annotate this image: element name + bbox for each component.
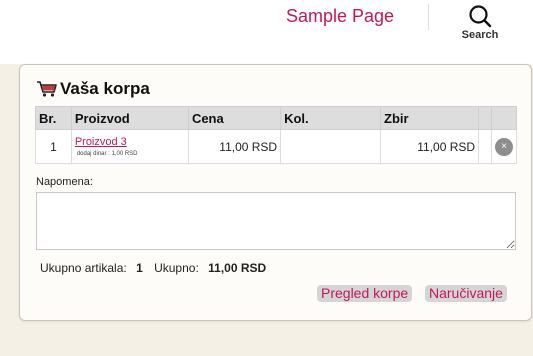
col-price: Cena bbox=[187, 106, 282, 130]
col-product: Proizvod bbox=[70, 106, 189, 130]
note-textarea[interactable] bbox=[36, 192, 516, 250]
search-label: Search bbox=[461, 29, 499, 41]
col-blank bbox=[478, 106, 492, 130]
cart-table: Br. Proizvod Cena Kol. Zbir 1 Proizvod 3… bbox=[35, 106, 517, 164]
table-header-row: Br. Proizvod Cena Kol. Zbir bbox=[35, 106, 517, 130]
header-divider bbox=[428, 4, 429, 30]
row-product-cell: Proizvod 3 dodaj dinar : 1,00 RSD bbox=[70, 129, 189, 164]
total-label: Ukupno: bbox=[154, 261, 199, 275]
search-button[interactable]: Search bbox=[454, 4, 506, 52]
row-qty bbox=[280, 129, 382, 164]
cart-title: Vaša korpa bbox=[36, 79, 150, 99]
search-icon bbox=[469, 5, 492, 28]
cart-panel: Vaša korpa Br. Proizvod Cena Kol. Zbir 1… bbox=[19, 64, 532, 321]
cart-summary: Ukupno artikala: 1 Ukupno: 11,00 RSD bbox=[40, 261, 274, 275]
note-label: Napomena: bbox=[36, 176, 93, 188]
sample-page-link[interactable]: Sample Page bbox=[286, 6, 394, 27]
col-number: Br. bbox=[35, 106, 72, 130]
product-note: dodaj dinar : 1,00 RSD bbox=[76, 151, 138, 157]
row-total: 11,00 RSD bbox=[380, 129, 480, 164]
col-total: Zbir bbox=[380, 106, 480, 130]
col-qty: Kol. bbox=[280, 106, 382, 130]
col-remove bbox=[491, 106, 517, 130]
shopping-cart-icon bbox=[37, 81, 57, 97]
items-count-value: 1 bbox=[136, 261, 143, 275]
row-number: 1 bbox=[35, 129, 72, 164]
remove-item-icon[interactable]: × bbox=[495, 137, 513, 156]
total-value: 11,00 RSD bbox=[208, 261, 267, 275]
product-link[interactable]: Proizvod 3 bbox=[75, 136, 185, 148]
order-button[interactable]: Naručivanje bbox=[425, 285, 507, 302]
row-remove-cell: × bbox=[491, 129, 517, 164]
row-price: 11,00 RSD bbox=[187, 129, 282, 164]
items-count-label: Ukupno artikala: bbox=[40, 261, 127, 275]
site-header: Sample Page Search bbox=[0, 0, 533, 64]
cart-title-text: Vaša korpa bbox=[60, 79, 150, 98]
review-cart-button[interactable]: Pregled korpe bbox=[317, 285, 413, 302]
row-blank bbox=[478, 129, 492, 164]
table-row: 1 Proizvod 3 dodaj dinar : 1,00 RSD 11,0… bbox=[35, 129, 517, 164]
